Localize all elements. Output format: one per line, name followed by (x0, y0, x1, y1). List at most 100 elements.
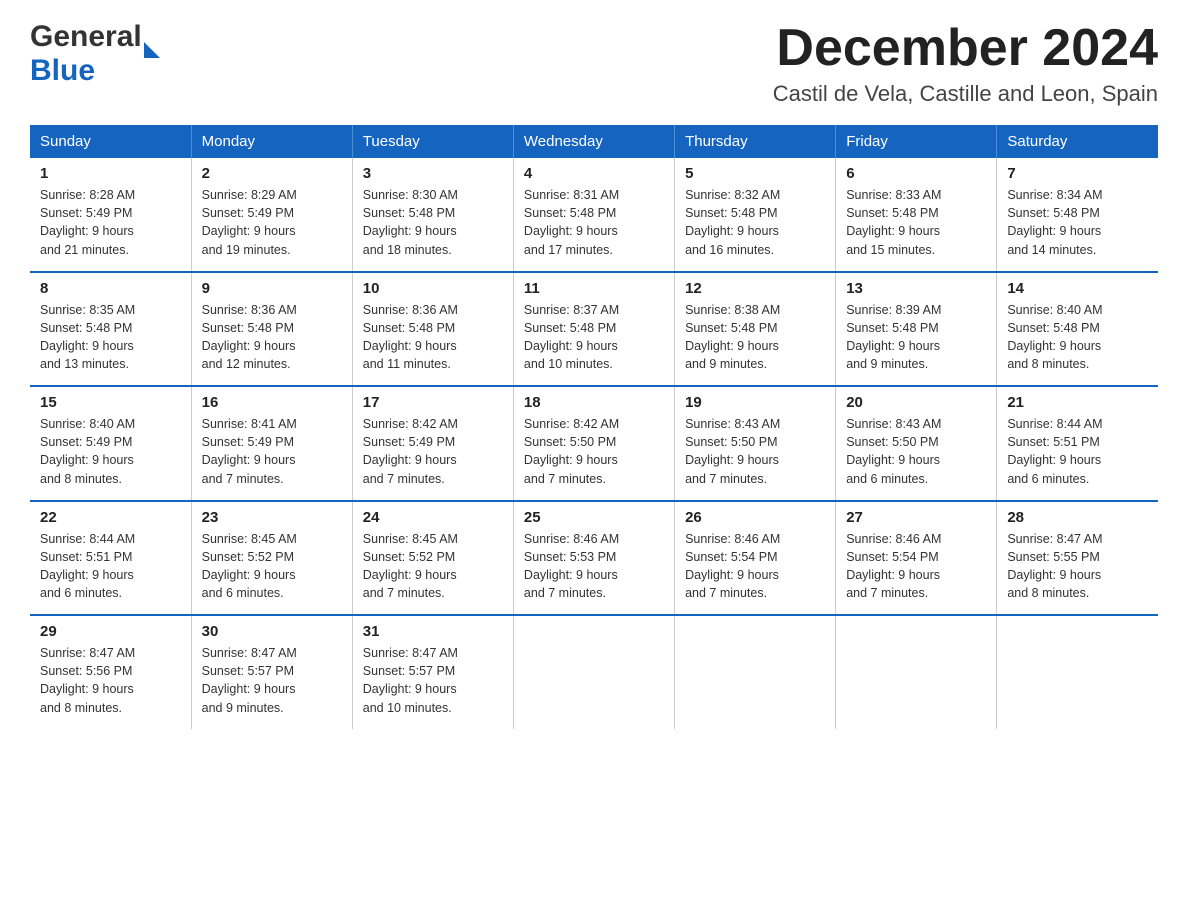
calendar-cell: 17 Sunrise: 8:42 AMSunset: 5:49 PMDaylig… (352, 386, 513, 501)
calendar-cell: 14 Sunrise: 8:40 AMSunset: 5:48 PMDaylig… (997, 272, 1158, 387)
day-info: Sunrise: 8:30 AMSunset: 5:48 PMDaylight:… (363, 186, 503, 259)
day-info: Sunrise: 8:46 AMSunset: 5:54 PMDaylight:… (685, 530, 825, 603)
calendar-cell: 12 Sunrise: 8:38 AMSunset: 5:48 PMDaylig… (675, 272, 836, 387)
day-number: 10 (363, 280, 503, 297)
day-number: 17 (363, 394, 503, 411)
logo-arrow-icon (144, 42, 160, 58)
day-info: Sunrise: 8:31 AMSunset: 5:48 PMDaylight:… (524, 186, 664, 259)
calendar-cell: 1 Sunrise: 8:28 AMSunset: 5:49 PMDayligh… (30, 158, 191, 272)
logo: General Blue (30, 20, 160, 88)
day-number: 15 (40, 394, 181, 411)
calendar-cell: 18 Sunrise: 8:42 AMSunset: 5:50 PMDaylig… (513, 386, 674, 501)
day-info: Sunrise: 8:47 AMSunset: 5:56 PMDaylight:… (40, 644, 181, 717)
day-number: 30 (202, 623, 342, 640)
calendar-cell: 22 Sunrise: 8:44 AMSunset: 5:51 PMDaylig… (30, 501, 191, 616)
title-block: December 2024 Castil de Vela, Castille a… (773, 20, 1158, 107)
calendar-cell: 19 Sunrise: 8:43 AMSunset: 5:50 PMDaylig… (675, 386, 836, 501)
day-number: 1 (40, 165, 181, 182)
day-info: Sunrise: 8:34 AMSunset: 5:48 PMDaylight:… (1007, 186, 1148, 259)
header-friday: Friday (836, 125, 997, 158)
calendar-header-row: SundayMondayTuesdayWednesdayThursdayFrid… (30, 125, 1158, 158)
day-info: Sunrise: 8:42 AMSunset: 5:49 PMDaylight:… (363, 415, 503, 488)
calendar-cell (997, 615, 1158, 729)
day-number: 20 (846, 394, 986, 411)
day-number: 11 (524, 280, 664, 297)
day-number: 2 (202, 165, 342, 182)
day-info: Sunrise: 8:35 AMSunset: 5:48 PMDaylight:… (40, 301, 181, 374)
calendar-table: SundayMondayTuesdayWednesdayThursdayFrid… (30, 125, 1158, 729)
day-number: 3 (363, 165, 503, 182)
calendar-cell: 10 Sunrise: 8:36 AMSunset: 5:48 PMDaylig… (352, 272, 513, 387)
day-info: Sunrise: 8:42 AMSunset: 5:50 PMDaylight:… (524, 415, 664, 488)
day-number: 14 (1007, 280, 1148, 297)
calendar-cell: 16 Sunrise: 8:41 AMSunset: 5:49 PMDaylig… (191, 386, 352, 501)
header-saturday: Saturday (997, 125, 1158, 158)
day-number: 5 (685, 165, 825, 182)
calendar-cell: 13 Sunrise: 8:39 AMSunset: 5:48 PMDaylig… (836, 272, 997, 387)
day-info: Sunrise: 8:28 AMSunset: 5:49 PMDaylight:… (40, 186, 181, 259)
calendar-cell (836, 615, 997, 729)
day-info: Sunrise: 8:32 AMSunset: 5:48 PMDaylight:… (685, 186, 825, 259)
calendar-cell: 8 Sunrise: 8:35 AMSunset: 5:48 PMDayligh… (30, 272, 191, 387)
day-info: Sunrise: 8:45 AMSunset: 5:52 PMDaylight:… (202, 530, 342, 603)
day-number: 25 (524, 509, 664, 526)
calendar-cell: 25 Sunrise: 8:46 AMSunset: 5:53 PMDaylig… (513, 501, 674, 616)
calendar-cell: 2 Sunrise: 8:29 AMSunset: 5:49 PMDayligh… (191, 158, 352, 272)
day-info: Sunrise: 8:47 AMSunset: 5:57 PMDaylight:… (202, 644, 342, 717)
calendar-cell: 6 Sunrise: 8:33 AMSunset: 5:48 PMDayligh… (836, 158, 997, 272)
header-tuesday: Tuesday (352, 125, 513, 158)
day-number: 29 (40, 623, 181, 640)
day-info: Sunrise: 8:39 AMSunset: 5:48 PMDaylight:… (846, 301, 986, 374)
calendar-cell: 29 Sunrise: 8:47 AMSunset: 5:56 PMDaylig… (30, 615, 191, 729)
day-info: Sunrise: 8:46 AMSunset: 5:54 PMDaylight:… (846, 530, 986, 603)
logo-blue-text: Blue (30, 54, 95, 88)
page-header: General Blue December 2024 Castil de Vel… (30, 20, 1158, 107)
calendar-cell: 5 Sunrise: 8:32 AMSunset: 5:48 PMDayligh… (675, 158, 836, 272)
day-info: Sunrise: 8:38 AMSunset: 5:48 PMDaylight:… (685, 301, 825, 374)
page-title: December 2024 (773, 20, 1158, 77)
calendar-cell: 30 Sunrise: 8:47 AMSunset: 5:57 PMDaylig… (191, 615, 352, 729)
logo-general-text: General (30, 20, 142, 54)
day-number: 13 (846, 280, 986, 297)
day-number: 26 (685, 509, 825, 526)
calendar-week-1: 1 Sunrise: 8:28 AMSunset: 5:49 PMDayligh… (30, 158, 1158, 272)
day-number: 4 (524, 165, 664, 182)
day-number: 31 (363, 623, 503, 640)
day-info: Sunrise: 8:43 AMSunset: 5:50 PMDaylight:… (846, 415, 986, 488)
day-number: 9 (202, 280, 342, 297)
calendar-cell: 15 Sunrise: 8:40 AMSunset: 5:49 PMDaylig… (30, 386, 191, 501)
day-info: Sunrise: 8:43 AMSunset: 5:50 PMDaylight:… (685, 415, 825, 488)
day-number: 22 (40, 509, 181, 526)
day-number: 7 (1007, 165, 1148, 182)
calendar-cell: 7 Sunrise: 8:34 AMSunset: 5:48 PMDayligh… (997, 158, 1158, 272)
day-info: Sunrise: 8:46 AMSunset: 5:53 PMDaylight:… (524, 530, 664, 603)
day-number: 8 (40, 280, 181, 297)
calendar-cell (675, 615, 836, 729)
calendar-week-4: 22 Sunrise: 8:44 AMSunset: 5:51 PMDaylig… (30, 501, 1158, 616)
day-info: Sunrise: 8:33 AMSunset: 5:48 PMDaylight:… (846, 186, 986, 259)
day-info: Sunrise: 8:40 AMSunset: 5:49 PMDaylight:… (40, 415, 181, 488)
day-number: 27 (846, 509, 986, 526)
calendar-cell: 28 Sunrise: 8:47 AMSunset: 5:55 PMDaylig… (997, 501, 1158, 616)
day-info: Sunrise: 8:29 AMSunset: 5:49 PMDaylight:… (202, 186, 342, 259)
calendar-cell: 24 Sunrise: 8:45 AMSunset: 5:52 PMDaylig… (352, 501, 513, 616)
day-number: 28 (1007, 509, 1148, 526)
calendar-cell: 3 Sunrise: 8:30 AMSunset: 5:48 PMDayligh… (352, 158, 513, 272)
day-info: Sunrise: 8:36 AMSunset: 5:48 PMDaylight:… (363, 301, 503, 374)
calendar-cell (513, 615, 674, 729)
day-number: 19 (685, 394, 825, 411)
day-info: Sunrise: 8:47 AMSunset: 5:55 PMDaylight:… (1007, 530, 1148, 603)
day-number: 12 (685, 280, 825, 297)
calendar-cell: 20 Sunrise: 8:43 AMSunset: 5:50 PMDaylig… (836, 386, 997, 501)
day-number: 18 (524, 394, 664, 411)
calendar-cell: 21 Sunrise: 8:44 AMSunset: 5:51 PMDaylig… (997, 386, 1158, 501)
calendar-cell: 11 Sunrise: 8:37 AMSunset: 5:48 PMDaylig… (513, 272, 674, 387)
day-number: 16 (202, 394, 342, 411)
day-info: Sunrise: 8:37 AMSunset: 5:48 PMDaylight:… (524, 301, 664, 374)
header-wednesday: Wednesday (513, 125, 674, 158)
page-subtitle: Castil de Vela, Castille and Leon, Spain (773, 81, 1158, 107)
day-number: 24 (363, 509, 503, 526)
day-info: Sunrise: 8:45 AMSunset: 5:52 PMDaylight:… (363, 530, 503, 603)
day-number: 6 (846, 165, 986, 182)
calendar-cell: 26 Sunrise: 8:46 AMSunset: 5:54 PMDaylig… (675, 501, 836, 616)
